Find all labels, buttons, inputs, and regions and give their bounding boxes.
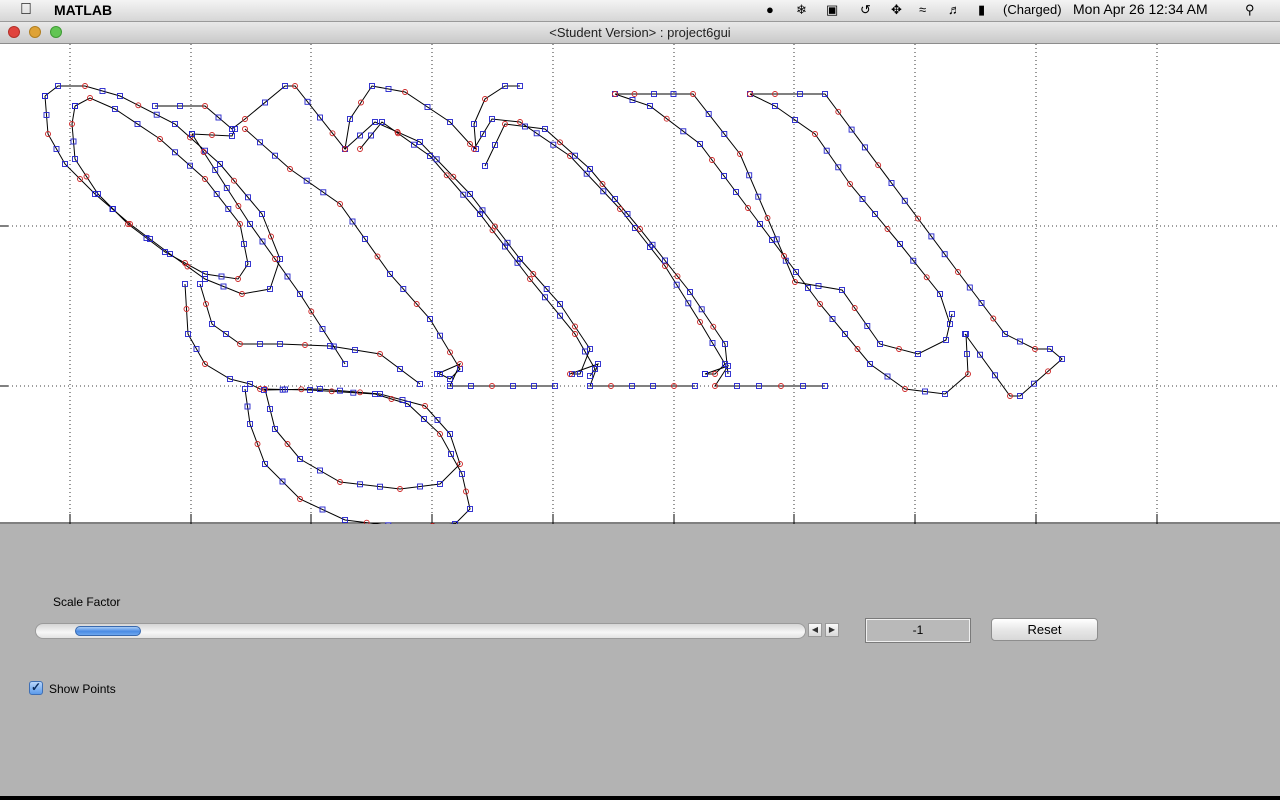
scale-value-field[interactable]: -1	[865, 618, 971, 643]
curve-stroke-5	[199, 283, 421, 385]
curve-stroke-16	[436, 363, 555, 387]
figure-window: <Student Version> : project6gui Scale Fa…	[0, 22, 1280, 796]
mid-point-marker	[429, 523, 436, 529]
curve-stroke-9	[359, 121, 596, 377]
curve-stroke-0	[44, 85, 281, 295]
plot-axes[interactable]	[0, 44, 1280, 531]
script-icon[interactable]: ●	[766, 2, 774, 17]
bluetooth-icon[interactable]: ✥	[891, 2, 902, 18]
grid-icon[interactable]: ▣	[826, 2, 838, 18]
paw-icon[interactable]: ❄	[796, 2, 807, 18]
scale-factor-label: Scale Factor	[53, 595, 121, 609]
menu-clock[interactable]: Mon Apr 26 12:34 AM	[1073, 1, 1208, 17]
slider-left-arrow[interactable]: ◀	[808, 623, 822, 637]
volume-icon[interactable]: ♬	[948, 2, 961, 17]
curve-stroke-6	[191, 133, 346, 365]
app-menu-matlab[interactable]: MATLAB	[54, 2, 112, 18]
spotlight-icon[interactable]: ⚲	[1245, 2, 1255, 18]
curve-stroke-10	[473, 118, 726, 375]
curve-stroke-15	[749, 93, 951, 325]
curve-stroke-18	[704, 365, 825, 387]
menu-bar:  MATLAB ● ❄ ▣ ↺ ✥ ≈ ♬ ▮ (Charged) Mon A…	[0, 0, 1280, 22]
slider-right-arrow[interactable]: ▶	[825, 623, 839, 637]
time-machine-icon[interactable]: ↺	[860, 2, 871, 18]
curve-stroke-17	[569, 363, 695, 387]
grid-lines	[0, 44, 1280, 524]
show-points-label: Show Points	[49, 682, 116, 696]
curve-stroke-1	[71, 97, 249, 280]
spline-plot	[0, 44, 1280, 531]
spline-curves	[44, 85, 1063, 529]
curve-stroke-12	[615, 93, 953, 355]
battery-icon[interactable]: ▮	[978, 2, 985, 18]
slider-thumb[interactable]	[74, 626, 141, 636]
reset-button[interactable]: Reset	[991, 618, 1098, 641]
curve-stroke-2	[155, 85, 520, 151]
scale-slider[interactable]	[35, 623, 806, 639]
control-points	[42, 83, 1065, 531]
show-points-checkbox[interactable]: ✓	[29, 681, 43, 695]
wifi-icon[interactable]: ≈	[919, 2, 926, 17]
battery-status: (Charged)	[1003, 2, 1062, 17]
curve-stroke-4	[263, 388, 461, 490]
apple-icon[interactable]: 	[20, 1, 32, 19]
title-bar[interactable]: <Student Version> : project6gui	[0, 22, 1280, 44]
window-title: <Student Version> : project6gui	[549, 25, 731, 40]
curve-stroke-11	[484, 123, 729, 375]
